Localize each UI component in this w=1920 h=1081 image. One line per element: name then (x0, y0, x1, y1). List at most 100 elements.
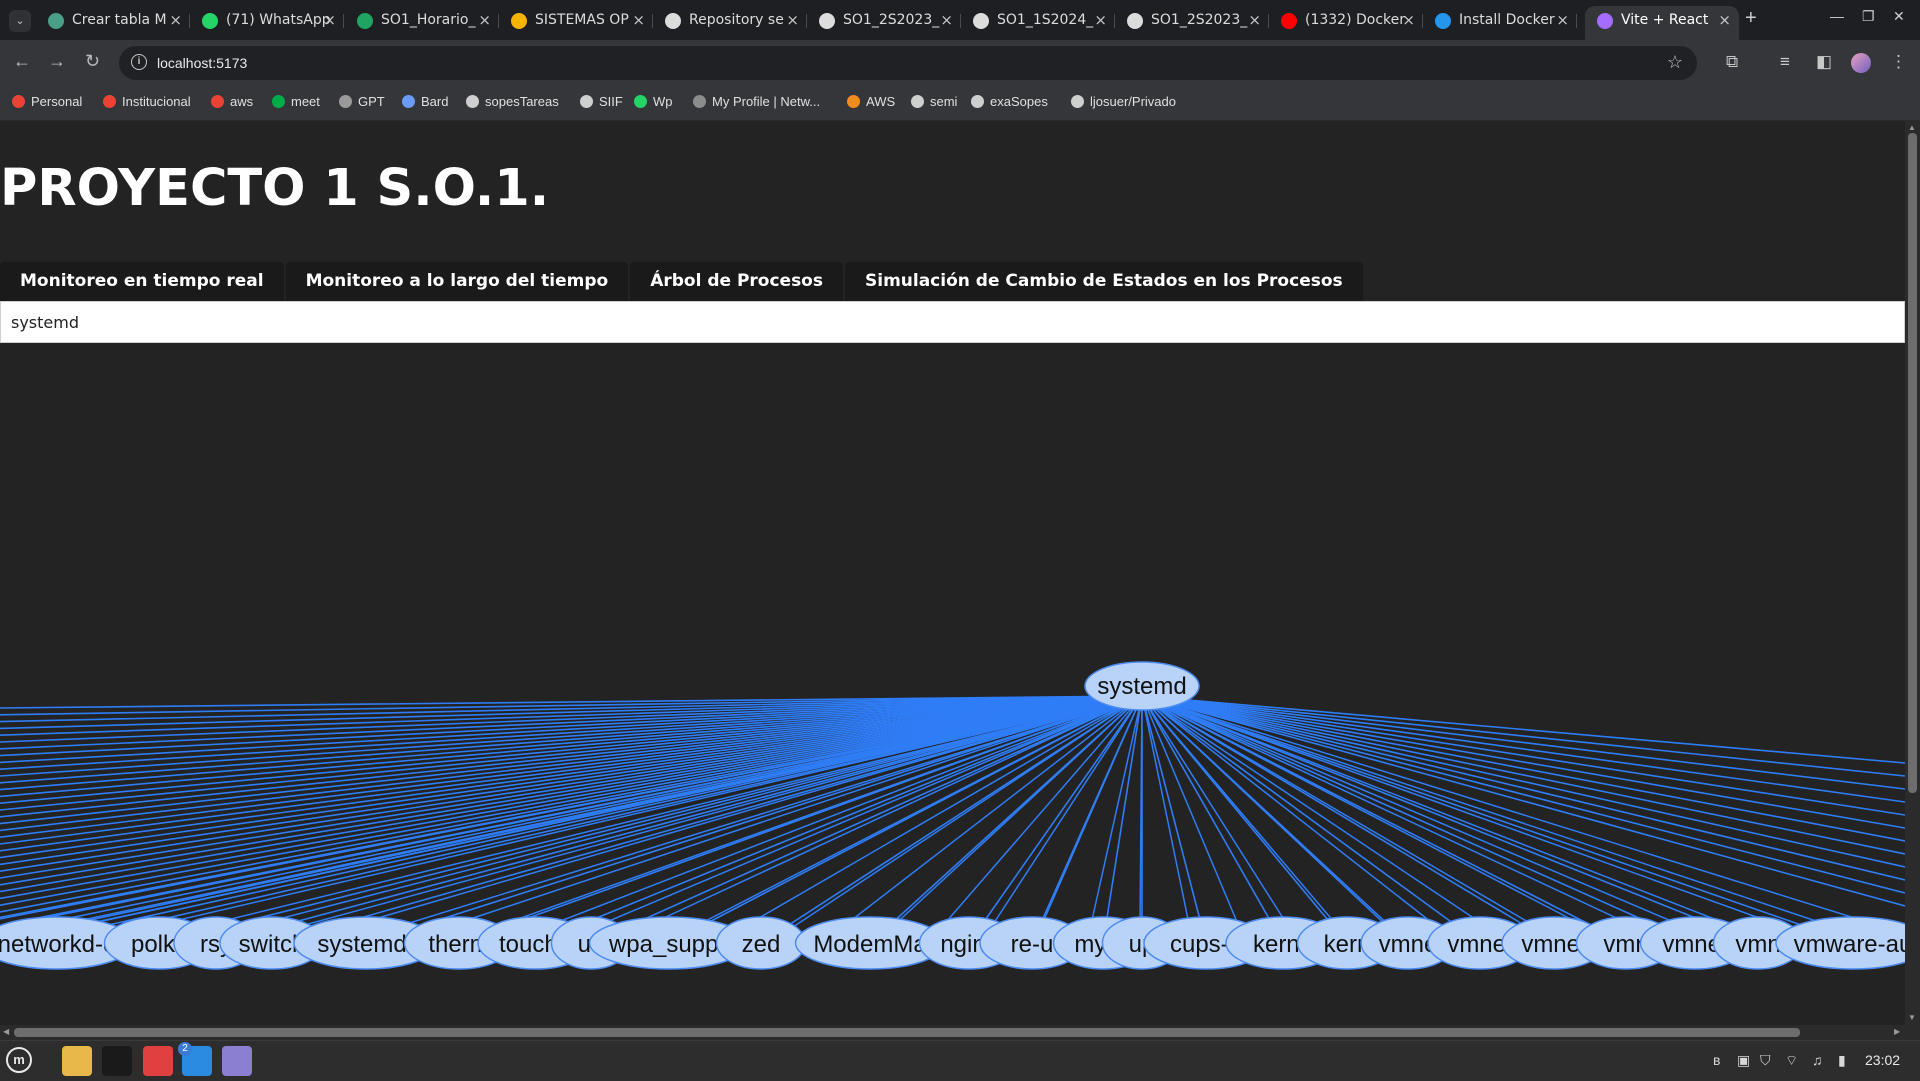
close-window-icon[interactable]: ✕ (1893, 8, 1905, 25)
site-info-icon[interactable]: i (131, 54, 147, 70)
process-tree-graph[interactable]: networkd-d polkit rsy switch systemd-therm to… (0, 343, 1905, 1025)
bookmark-item[interactable]: semi (911, 94, 957, 109)
tab-close-icon[interactable]: × (1718, 6, 1731, 34)
address-bar[interactable]: i localhost:5173 ☆ (119, 46, 1697, 80)
browser-tab[interactable]: (71) WhatsApp × (190, 6, 344, 40)
browser-tab[interactable]: Install Docker × (1423, 6, 1577, 40)
forward-icon[interactable]: → (48, 51, 66, 72)
tab-close-icon[interactable]: × (1094, 6, 1107, 34)
bluetooth-icon[interactable]: ʙ (1713, 1052, 1720, 1068)
wifi-icon[interactable]: ⌔ (1785, 1052, 1798, 1070)
tree-edge (1102, 695, 1143, 944)
bookmark-item[interactable]: Institucional (103, 94, 191, 109)
vertical-scrollbar[interactable]: ▲ ▼ (1905, 121, 1920, 1025)
process-select[interactable]: systemd (0, 301, 1905, 343)
bookmark-item[interactable]: GPT (339, 94, 385, 109)
bookmark-star-icon[interactable]: ☆ (1667, 52, 1683, 73)
slides-icon (511, 13, 527, 29)
github-icon (1127, 13, 1143, 29)
tree-edge (1141, 695, 1905, 842)
browser-tab[interactable]: SO1_2S2023_ × (807, 6, 961, 40)
bookmark-item[interactable]: meet (272, 94, 320, 109)
horizontal-scrollbar[interactable]: ◀ ▶ (0, 1025, 1905, 1040)
browser-tab[interactable]: Repository se × (653, 6, 807, 40)
bookmark-item[interactable]: exaSopes (971, 94, 1048, 109)
tab-search-icon[interactable]: ⌄ (9, 10, 31, 32)
tab-close-icon[interactable]: × (632, 6, 645, 34)
browser-tab[interactable]: SO1_2S2023_ × (1115, 6, 1269, 40)
aws-icon (847, 95, 860, 108)
tree-child-node[interactable]: vmware-au (1775, 916, 1905, 970)
side-panel-icon[interactable]: ◧ (1816, 52, 1832, 72)
bookmark-item[interactable]: My Profile | Netw... (693, 94, 820, 109)
tab-title: Crear tabla M (72, 12, 167, 28)
tab-close-icon[interactable]: × (478, 6, 491, 34)
tree-edge (1141, 695, 1905, 881)
tab-close-icon[interactable]: × (940, 6, 953, 34)
bookmark-item[interactable]: Personal (12, 94, 82, 109)
bookmark-item[interactable]: AWS (847, 94, 895, 109)
horizontal-scroll-thumb[interactable] (14, 1028, 1800, 1037)
reload-icon[interactable]: ↻ (85, 51, 100, 72)
tab-close-icon[interactable]: × (1556, 6, 1569, 34)
extensions-icon[interactable]: ⧉ (1726, 52, 1738, 72)
minimize-icon[interactable]: — (1830, 8, 1844, 24)
sound-icon[interactable]: ♫ (1812, 1052, 1823, 1068)
tab-title: SO1_1S2024_ (997, 12, 1094, 28)
menu-kebab-icon[interactable]: ⋮ (1890, 52, 1907, 72)
text-editor-icon[interactable] (222, 1046, 252, 1076)
bookmark-item[interactable]: SIIF (580, 94, 623, 109)
shield-icon[interactable]: ⛉ (1760, 1052, 1771, 1069)
vertical-scroll-thumb[interactable] (1908, 133, 1917, 793)
vscode-icon[interactable]: 2 (178, 1042, 212, 1076)
url-text[interactable]: localhost:5173 (157, 55, 247, 71)
browser-tab[interactable]: SO1_Horario_ × (345, 6, 499, 40)
terminal-icon[interactable] (102, 1046, 132, 1076)
tree-child-node[interactable]: zed (715, 916, 807, 970)
tab-close-icon[interactable]: × (786, 6, 799, 34)
bookmark-label: My Profile | Netw... (712, 94, 821, 109)
bookmark-item[interactable]: Bard (402, 94, 448, 109)
start-menu-icon[interactable]: m (6, 1047, 32, 1073)
github-icon (911, 95, 924, 108)
chrome-icon[interactable] (143, 1046, 173, 1076)
tab-close-icon[interactable]: × (323, 6, 336, 34)
tree-node-label: systemd- (317, 931, 414, 958)
media-control-icon[interactable]: ≡ (1780, 52, 1790, 72)
tab-title: (1332) Docker (1305, 12, 1406, 28)
clipboard-icon[interactable]: ▣ (1737, 1052, 1750, 1069)
vite-icon (1597, 13, 1613, 29)
nav-tab-realtime[interactable]: Monitoreo en tiempo real (0, 262, 284, 301)
bookmark-item[interactable]: Wp (634, 94, 673, 109)
tree-edge (0, 695, 1143, 906)
tab-title: SO1_2S2023_ (1151, 12, 1248, 28)
tab-close-icon[interactable]: × (1402, 6, 1415, 34)
bookmark-item[interactable]: ljosuer/Privado (1071, 94, 1176, 109)
restore-icon[interactable]: ❐ (1862, 8, 1875, 25)
browser-tab[interactable]: SISTEMAS OP × (499, 6, 653, 40)
browser-tab[interactable]: Vite + React × (1585, 6, 1739, 40)
tab-close-icon[interactable]: × (169, 6, 182, 34)
tree-edge (0, 695, 1143, 859)
browser-tab[interactable]: SO1_1S2024_ × (961, 6, 1115, 40)
profile-avatar[interactable] (1851, 53, 1871, 73)
nav-tab-process-tree[interactable]: Árbol de Procesos (630, 262, 843, 301)
files-icon[interactable] (62, 1046, 92, 1076)
tree-root-node[interactable]: systemd (1084, 661, 1200, 711)
new-tab-icon[interactable]: + (1745, 7, 1757, 30)
whatsapp-icon (634, 95, 647, 108)
bookmark-item[interactable]: sopesTareas (466, 94, 559, 109)
battery-icon[interactable]: ▮ (1838, 1052, 1846, 1069)
nav-tab-state-simulation[interactable]: Simulación de Cambio de Estados en los P… (845, 262, 1363, 301)
browser-tab[interactable]: Crear tabla M × (36, 6, 190, 40)
tab-close-icon[interactable]: × (1248, 6, 1261, 34)
bookmark-item[interactable]: aws (211, 94, 253, 109)
tab-title: Repository se (689, 12, 784, 28)
back-icon[interactable]: ← (13, 51, 31, 72)
tree-edge (1141, 695, 1491, 930)
nav-tab-over-time[interactable]: Monitoreo a lo largo del tiempo (285, 262, 629, 301)
network-icon (693, 95, 706, 108)
clock[interactable]: 23:02 (1865, 1052, 1900, 1068)
gmail-icon (211, 95, 224, 108)
browser-tab[interactable]: (1332) Docker × (1269, 6, 1423, 40)
